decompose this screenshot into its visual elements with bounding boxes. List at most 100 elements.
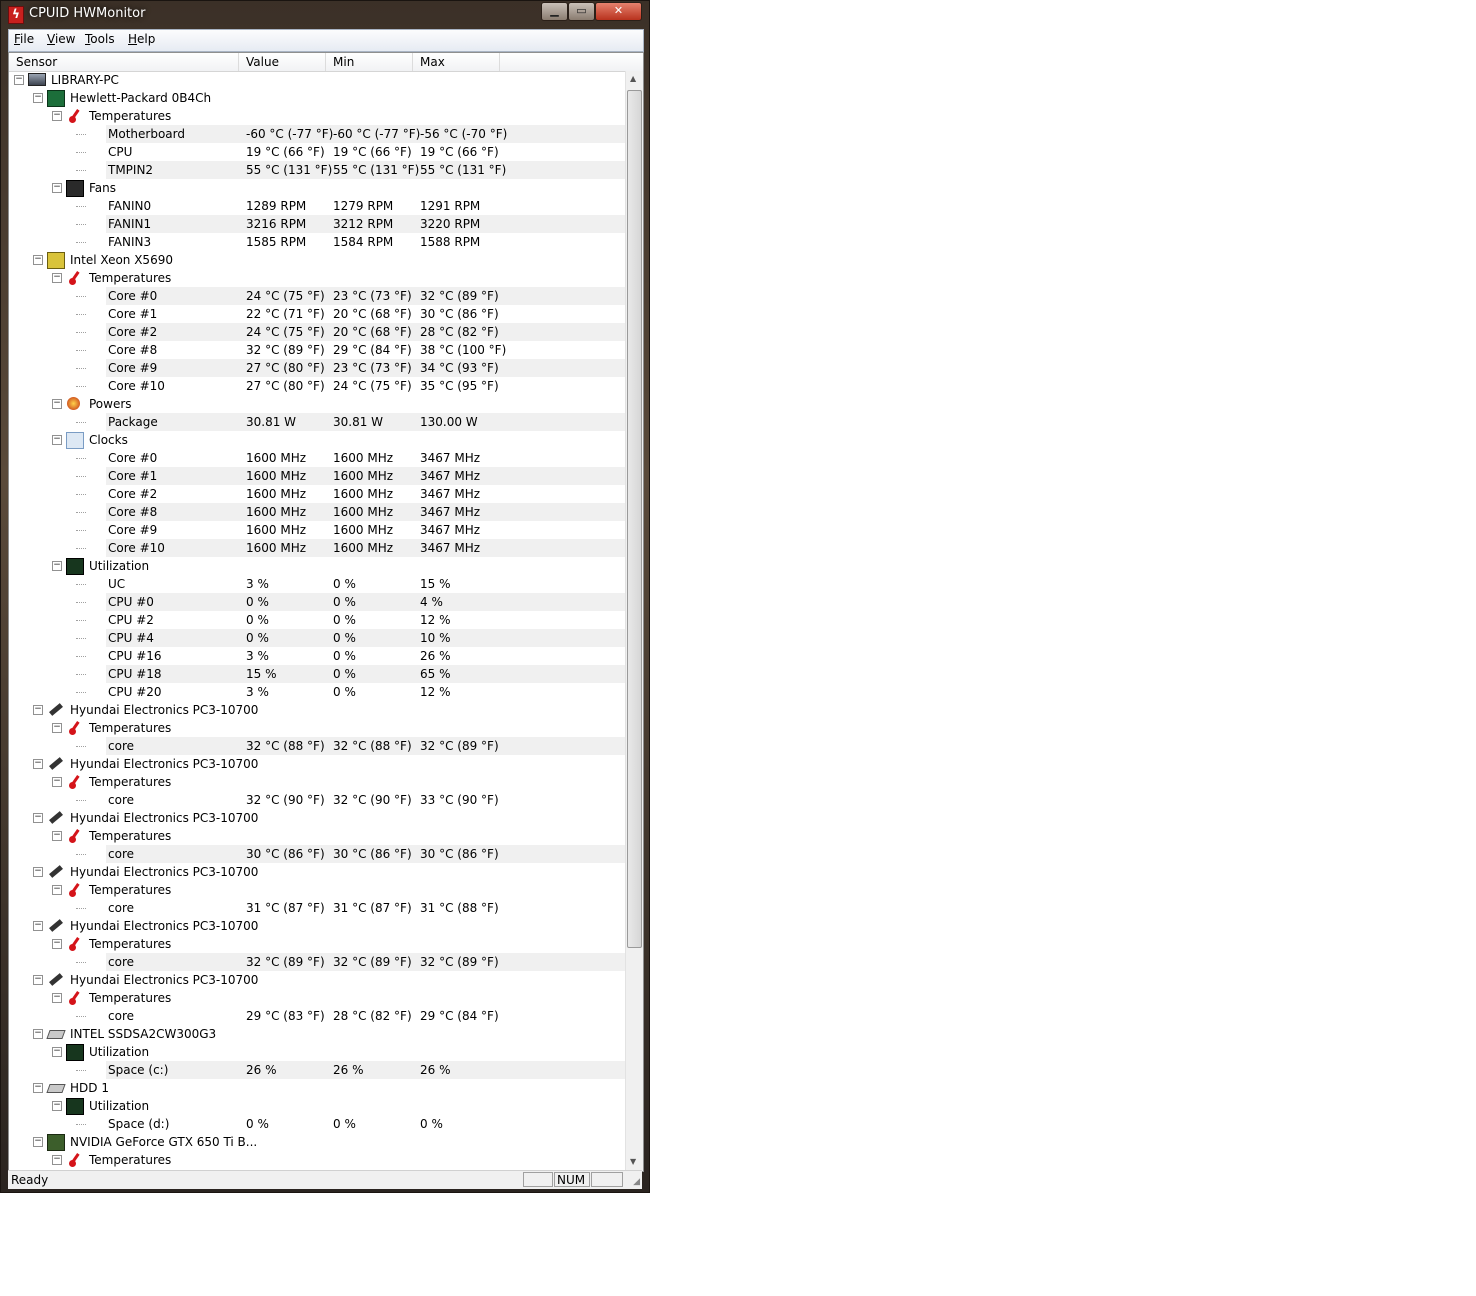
- column-header-value[interactable]: Value: [239, 53, 326, 71]
- tree-node-row[interactable]: − Temperatures: [9, 989, 625, 1007]
- sensor-row[interactable]: core 30 °C (86 °F) 30 °C (86 °F) 30 °C (86 …: [9, 845, 625, 863]
- column-header-sensor[interactable]: Sensor: [9, 53, 239, 71]
- collapse-toggle-icon[interactable]: −: [52, 993, 62, 1003]
- tree-node-row[interactable]: − HDD 1: [9, 1079, 625, 1097]
- scroll-down-arrow-icon[interactable]: ▼: [630, 1157, 636, 1166]
- collapse-toggle-icon[interactable]: −: [14, 75, 24, 85]
- sensor-row[interactable]: Core #8 1600 MHz 1600 MHz 3467 MHz: [9, 503, 625, 521]
- collapse-toggle-icon[interactable]: −: [52, 831, 62, 841]
- tree-node-row[interactable]: − Hewlett-Packard 0B4Ch: [9, 89, 625, 107]
- hwmonitor-app-icon[interactable]: ϟ: [8, 6, 24, 24]
- sensor-row[interactable]: FANIN0 1289 RPM 1279 RPM 1291 RPM: [9, 197, 625, 215]
- sensor-row[interactable]: CPU #0 0 % 0 % 4 %: [9, 593, 625, 611]
- tree-node-row[interactable]: − Temperatures: [9, 935, 625, 953]
- tree-node-row[interactable]: − Temperatures: [9, 107, 625, 125]
- tree-node-row[interactable]: − Powers: [9, 395, 625, 413]
- sensor-row[interactable]: Motherboard -60 °C (-77 °F) -60 °C (-77 °F…: [9, 125, 625, 143]
- tree-node-row[interactable]: − LIBRARY-PC: [9, 71, 625, 89]
- collapse-toggle-icon[interactable]: −: [33, 921, 43, 931]
- collapse-toggle-icon[interactable]: −: [52, 561, 62, 571]
- collapse-toggle-icon[interactable]: −: [33, 1029, 43, 1039]
- collapse-toggle-icon[interactable]: −: [52, 939, 62, 949]
- tree-node-row[interactable]: − Temperatures: [9, 773, 625, 791]
- tree-node-row[interactable]: − Utilization: [9, 557, 625, 575]
- sensor-row[interactable]: core 32 °C (88 °F) 32 °C (88 °F) 32 °C (89 …: [9, 737, 625, 755]
- title-bar[interactable]: ϟ CPUID HWMonitor ▁ ▭ ✕: [0, 0, 650, 28]
- tree-node-row[interactable]: − Temperatures: [9, 827, 625, 845]
- sensor-row[interactable]: Core #8 32 °C (89 °F) 29 °C (84 °F) 38 °C (…: [9, 341, 625, 359]
- collapse-toggle-icon[interactable]: −: [33, 255, 43, 265]
- column-header-max[interactable]: Max: [413, 53, 500, 71]
- sensor-row[interactable]: Package 30.81 W 30.81 W 130.00 W: [9, 413, 625, 431]
- collapse-toggle-icon[interactable]: −: [33, 867, 43, 877]
- minimize-button[interactable]: ▁: [541, 2, 568, 21]
- tree-node-row[interactable]: − INTEL SSDSA2CW300G3: [9, 1025, 625, 1043]
- tree-node-row[interactable]: − Hyundai Electronics PC3-10700: [9, 701, 625, 719]
- sensor-row[interactable]: CPU #20 3 % 0 % 12 %: [9, 683, 625, 701]
- tree-node-row[interactable]: − Clocks: [9, 431, 625, 449]
- sensor-row[interactable]: core 29 °C (83 °F) 28 °C (82 °F) 29 °C (84 …: [9, 1007, 625, 1025]
- sensor-row[interactable]: core 32 °C (89 °F) 32 °C (89 °F) 32 °C (89 …: [9, 953, 625, 971]
- maximize-button[interactable]: ▭: [568, 2, 595, 21]
- resize-grip-icon[interactable]: ◢: [633, 1177, 640, 1187]
- sensor-row[interactable]: Core #2 1600 MHz 1600 MHz 3467 MHz: [9, 485, 625, 503]
- sensor-row[interactable]: TMPIN2 55 °C (131 °F) 55 °C (131 °F) 55 °C …: [9, 161, 625, 179]
- sensor-row[interactable]: CPU #18 15 % 0 % 65 %: [9, 665, 625, 683]
- sensor-row[interactable]: Core #0 1600 MHz 1600 MHz 3467 MHz: [9, 449, 625, 467]
- close-button[interactable]: ✕: [595, 2, 642, 21]
- scrollbar-thumb[interactable]: [627, 90, 642, 948]
- menu-view[interactable]: View: [47, 32, 75, 46]
- scroll-up-arrow-icon[interactable]: ▲: [630, 74, 636, 83]
- collapse-toggle-icon[interactable]: −: [52, 723, 62, 733]
- tree-node-row[interactable]: − Temperatures: [9, 719, 625, 737]
- collapse-toggle-icon[interactable]: −: [52, 183, 62, 193]
- collapse-toggle-icon[interactable]: −: [52, 885, 62, 895]
- sensor-row[interactable]: Core #0 24 °C (75 °F) 23 °C (73 °F) 32 °C (…: [9, 287, 625, 305]
- sensor-row[interactable]: core 31 °C (87 °F) 31 °C (87 °F) 31 °C (88 …: [9, 899, 625, 917]
- sensor-row[interactable]: Core #2 24 °C (75 °F) 20 °C (68 °F) 28 °C (…: [9, 323, 625, 341]
- sensor-row[interactable]: Core #10 1600 MHz 1600 MHz 3467 MHz: [9, 539, 625, 557]
- tree-node-row[interactable]: − Temperatures: [9, 269, 625, 287]
- menu-help[interactable]: Help: [128, 32, 155, 46]
- collapse-toggle-icon[interactable]: −: [33, 705, 43, 715]
- menu-file[interactable]: File: [14, 32, 34, 46]
- sensor-row[interactable]: Core #1 1600 MHz 1600 MHz 3467 MHz: [9, 467, 625, 485]
- collapse-toggle-icon[interactable]: −: [33, 759, 43, 769]
- vertical-scrollbar[interactable]: ▲ ▼: [625, 71, 643, 1171]
- collapse-toggle-icon[interactable]: −: [52, 1047, 62, 1057]
- collapse-toggle-icon[interactable]: −: [52, 111, 62, 121]
- collapse-toggle-icon[interactable]: −: [33, 93, 43, 103]
- tree-node-row[interactable]: − Hyundai Electronics PC3-10700: [9, 917, 625, 935]
- collapse-toggle-icon[interactable]: −: [33, 1137, 43, 1147]
- sensor-row[interactable]: core 32 °C (90 °F) 32 °C (90 °F) 33 °C (90 …: [9, 791, 625, 809]
- sensor-row[interactable]: FANIN3 1585 RPM 1584 RPM 1588 RPM: [9, 233, 625, 251]
- sensor-row[interactable]: FANIN1 3216 RPM 3212 RPM 3220 RPM: [9, 215, 625, 233]
- tree-node-row[interactable]: − Hyundai Electronics PC3-10700: [9, 971, 625, 989]
- tree-node-row[interactable]: − Temperatures: [9, 881, 625, 899]
- collapse-toggle-icon[interactable]: −: [52, 1101, 62, 1111]
- tree-node-row[interactable]: − NVIDIA GeForce GTX 650 Ti B...: [9, 1133, 625, 1151]
- collapse-toggle-icon[interactable]: −: [52, 273, 62, 283]
- tree-node-row[interactable]: − Hyundai Electronics PC3-10700: [9, 809, 625, 827]
- collapse-toggle-icon[interactable]: −: [52, 777, 62, 787]
- sensor-row[interactable]: CPU #2 0 % 0 % 12 %: [9, 611, 625, 629]
- sensor-row[interactable]: CPU #16 3 % 0 % 26 %: [9, 647, 625, 665]
- column-header-min[interactable]: Min: [326, 53, 413, 71]
- sensor-row[interactable]: Space (d:) 0 % 0 % 0 %: [9, 1115, 625, 1133]
- tree-node-row[interactable]: − Utilization: [9, 1043, 625, 1061]
- sensor-row[interactable]: Core #9 27 °C (80 °F) 23 °C (73 °F) 34 °C (…: [9, 359, 625, 377]
- sensor-row[interactable]: Core #1 22 °C (71 °F) 20 °C (68 °F) 30 °C (…: [9, 305, 625, 323]
- collapse-toggle-icon[interactable]: −: [52, 399, 62, 409]
- sensor-row[interactable]: UC 3 % 0 % 15 %: [9, 575, 625, 593]
- sensor-row[interactable]: Core #9 1600 MHz 1600 MHz 3467 MHz: [9, 521, 625, 539]
- menu-tools[interactable]: Tools: [85, 32, 115, 46]
- sensor-row[interactable]: CPU 19 °C (66 °F) 19 °C (66 °F) 19 °C (66 °…: [9, 143, 625, 161]
- collapse-toggle-icon[interactable]: −: [33, 975, 43, 985]
- sensor-row[interactable]: Core #10 27 °C (80 °F) 24 °C (75 °F) 35 °C …: [9, 377, 625, 395]
- sensor-row[interactable]: CPU #4 0 % 0 % 10 %: [9, 629, 625, 647]
- collapse-toggle-icon[interactable]: −: [33, 1083, 43, 1093]
- sensor-row[interactable]: Space (c:) 26 % 26 % 26 %: [9, 1061, 625, 1079]
- tree-node-row[interactable]: − Temperatures: [9, 1151, 625, 1169]
- collapse-toggle-icon[interactable]: −: [52, 435, 62, 445]
- collapse-toggle-icon[interactable]: −: [52, 1155, 62, 1165]
